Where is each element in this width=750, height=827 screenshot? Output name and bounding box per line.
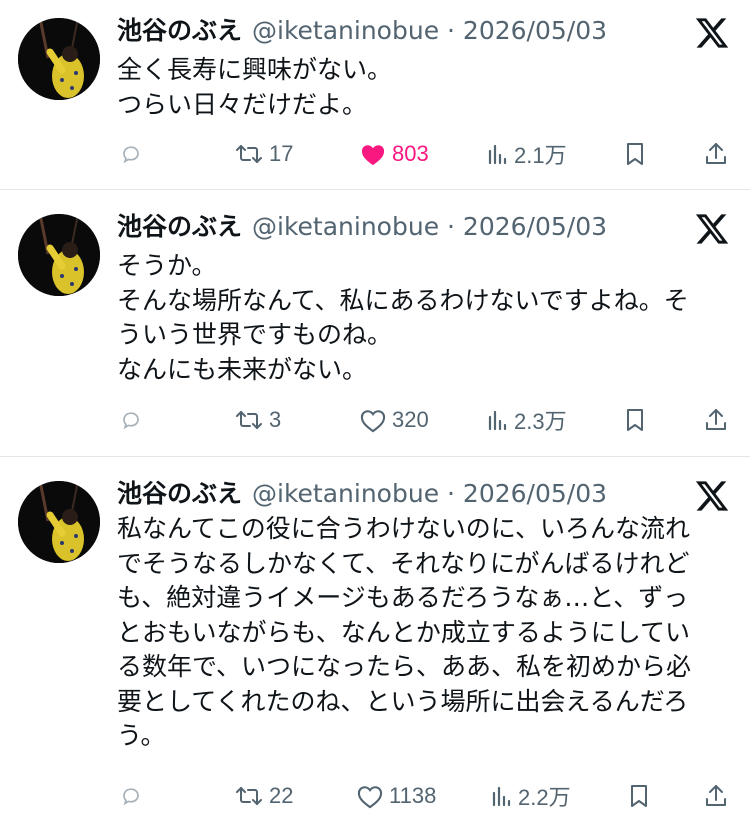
display-name[interactable]: 池谷のぶえ bbox=[117, 16, 242, 45]
bookmark-icon bbox=[627, 409, 643, 431]
bookmark-icon bbox=[627, 143, 643, 165]
text-line: とおもいながらも、なんとか成立するようにしてい bbox=[117, 617, 691, 647]
retweet-icon bbox=[236, 787, 262, 805]
avatar-photo bbox=[18, 481, 100, 563]
tweet-1[interactable]: 池谷のぶえ @iketaninobue · 2026/05/03 全く長寿に興味が… bbox=[0, 0, 750, 189]
share-button[interactable] bbox=[704, 779, 728, 813]
retweet-button[interactable]: 17 bbox=[234, 137, 293, 171]
heart-icon bbox=[361, 145, 385, 166]
separator: · bbox=[439, 479, 463, 508]
text-line: つらい日々だけだよ。 bbox=[117, 89, 368, 119]
action-bar: 17 803 2.1万 bbox=[0, 137, 750, 171]
text-line: 全く長寿に興味がない。 bbox=[117, 55, 393, 84]
handle[interactable]: @iketaninobue bbox=[252, 16, 439, 45]
text-line: 私なんてこの役に合うわけないのに、いろんな流れ bbox=[117, 514, 691, 543]
bookmark-button[interactable] bbox=[623, 403, 647, 437]
views-icon bbox=[492, 786, 511, 807]
text-line: なんにも未来がない。 bbox=[117, 354, 368, 384]
text-line: う。 bbox=[117, 721, 166, 750]
tweet-2[interactable]: 池谷のぶえ @iketaninobue · 2026/05/03 そうか。 そんな… bbox=[0, 190, 750, 456]
text-line: そんな場所なんて、私にあるわけないですよね。そ bbox=[117, 285, 689, 315]
avatar[interactable] bbox=[18, 214, 100, 296]
reply-button[interactable] bbox=[119, 137, 143, 171]
share-icon bbox=[706, 409, 726, 430]
x-logo-icon[interactable] bbox=[694, 15, 730, 51]
bookmark-icon bbox=[631, 785, 647, 807]
like-button[interactable]: 803 bbox=[359, 137, 429, 171]
text-line: でそうなるしかなくて、それなりにがんばるけれど bbox=[117, 548, 690, 578]
reply-icon bbox=[123, 788, 139, 806]
text-line: 要としてくれたのね、という場所に出会えるんだろ bbox=[117, 686, 689, 716]
share-button[interactable] bbox=[704, 137, 728, 171]
avatar[interactable] bbox=[18, 18, 100, 100]
tweet-text: 私なんてこの役に合うわけないのに、いろんな流れ でそうなるしかなくて、それなりに… bbox=[117, 512, 729, 754]
bookmark-button[interactable] bbox=[627, 779, 651, 813]
timestamp[interactable]: 2026/05/03 bbox=[463, 479, 607, 508]
like-count: 803 bbox=[392, 141, 429, 166]
timestamp[interactable]: 2026/05/03 bbox=[463, 16, 607, 45]
avatar-photo bbox=[18, 214, 100, 296]
text-line: も、絶対違うイメージもあるだろうなぁ…と、ずっ bbox=[117, 583, 689, 612]
like-count: 320 bbox=[392, 407, 429, 432]
bookmark-button[interactable] bbox=[623, 137, 647, 171]
reply-button[interactable] bbox=[119, 403, 143, 437]
views-button[interactable]: 2.3万 bbox=[487, 403, 567, 437]
heart-icon bbox=[360, 410, 386, 433]
x-logo-icon[interactable] bbox=[694, 478, 730, 514]
text-line: ういう世界ですものね。 bbox=[117, 320, 393, 349]
retweet-button[interactable]: 3 bbox=[234, 403, 281, 437]
like-button[interactable]: 320 bbox=[359, 403, 429, 437]
view-count: 2.2万 bbox=[518, 785, 571, 810]
share-icon bbox=[706, 785, 726, 806]
handle[interactable]: @iketaninobue bbox=[252, 479, 439, 508]
views-button[interactable]: 2.2万 bbox=[491, 779, 571, 813]
share-button[interactable] bbox=[704, 403, 728, 437]
view-count: 2.3万 bbox=[514, 409, 567, 434]
views-button[interactable]: 2.1万 bbox=[487, 137, 567, 171]
avatar-photo bbox=[18, 18, 100, 100]
tweet-text: 全く長寿に興味がない。 つらい日々だけだよ。 bbox=[117, 53, 729, 122]
view-count: 2.1万 bbox=[514, 143, 567, 168]
separator: · bbox=[439, 212, 463, 241]
reply-icon bbox=[123, 146, 139, 164]
timestamp[interactable]: 2026/05/03 bbox=[463, 212, 607, 241]
retweet-count: 22 bbox=[269, 783, 294, 808]
separator: · bbox=[439, 16, 463, 45]
tweet-header: 池谷のぶえ @iketaninobue · 2026/05/03 bbox=[117, 477, 607, 511]
reply-icon bbox=[123, 412, 139, 430]
retweet-icon bbox=[236, 411, 262, 429]
text-line: る数年で、いつになったら、ああ、私を初めから必 bbox=[117, 652, 692, 681]
tweet-text: そうか。 そんな場所なんて、私にあるわけないですよね。そ ういう世界ですものね。… bbox=[117, 249, 729, 387]
tweet-header: 池谷のぶえ @iketaninobue · 2026/05/03 bbox=[117, 14, 607, 48]
avatar[interactable] bbox=[18, 481, 100, 563]
views-icon bbox=[488, 410, 507, 431]
tweet-header: 池谷のぶえ @iketaninobue · 2026/05/03 bbox=[117, 210, 607, 244]
share-icon bbox=[706, 143, 726, 164]
tweet-3[interactable]: 池谷のぶえ @iketaninobue · 2026/05/03 私なんてこの役に… bbox=[0, 457, 750, 827]
like-count: 1138 bbox=[389, 783, 437, 808]
display-name[interactable]: 池谷のぶえ bbox=[117, 212, 242, 241]
views-icon bbox=[488, 144, 507, 165]
retweet-count: 3 bbox=[269, 407, 282, 432]
x-logo-icon[interactable] bbox=[694, 211, 730, 247]
display-name[interactable]: 池谷のぶえ bbox=[117, 479, 242, 508]
action-bar: 3 320 2.3万 bbox=[0, 403, 750, 437]
retweet-count: 17 bbox=[269, 141, 294, 166]
retweet-icon bbox=[236, 145, 262, 163]
like-button[interactable]: 1138 bbox=[356, 779, 436, 813]
handle[interactable]: @iketaninobue bbox=[252, 212, 439, 241]
heart-icon bbox=[357, 786, 383, 809]
action-bar: 22 1138 2.2万 bbox=[0, 779, 750, 813]
text-line: そうか。 bbox=[117, 251, 217, 280]
reply-button[interactable] bbox=[119, 779, 143, 813]
retweet-button[interactable]: 22 bbox=[234, 779, 293, 813]
